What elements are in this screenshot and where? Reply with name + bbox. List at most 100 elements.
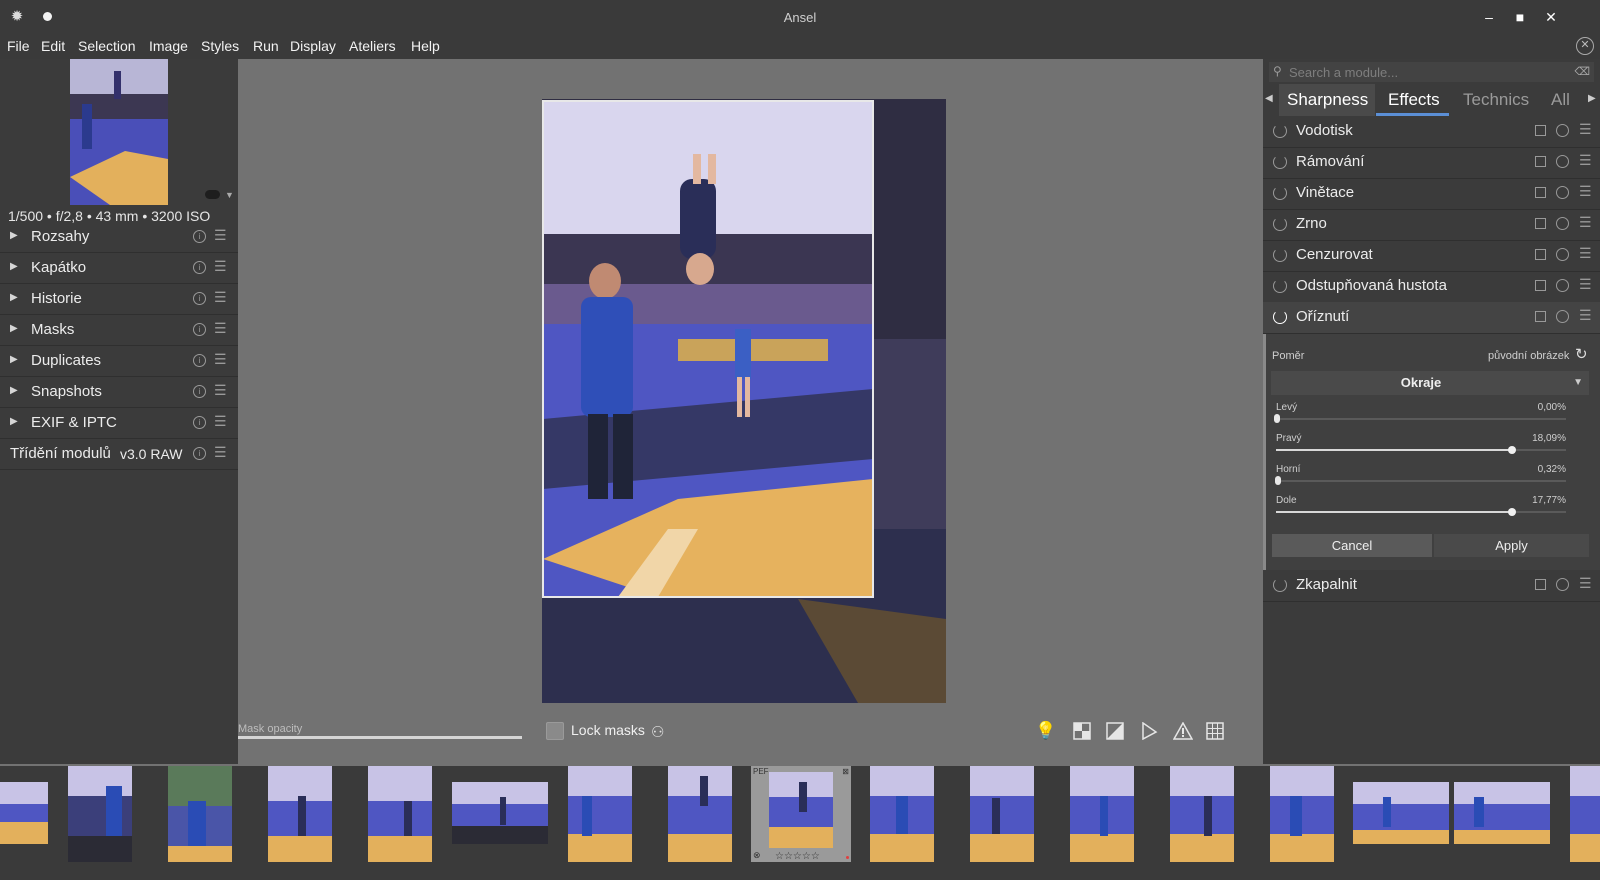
filmstrip-thumbnail[interactable] [68,766,132,862]
filmstrip-thumbnail[interactable] [568,766,632,862]
menu-icon[interactable]: ☰ [1579,276,1592,293]
menu-icon[interactable]: ☰ [1579,307,1592,324]
slider-levy[interactable]: Levý 0,00% [1274,402,1566,432]
image-canvas[interactable] [238,59,1263,730]
presets-icon[interactable] [1535,218,1546,229]
menu-icon[interactable]: ☰ [214,320,227,337]
slider-track[interactable] [1276,480,1566,482]
mask-opacity-slider[interactable] [238,736,522,739]
menu-help[interactable]: Help [411,38,440,54]
section-kapatko[interactable]: ▶ Kapátko i ☰ [0,252,238,284]
reset-icon[interactable] [1556,310,1569,323]
chevron-down-icon[interactable]: ▼ [225,190,234,200]
module-sort-row[interactable]: Třídění modulů v3.0 RAW i ☰ [0,438,238,470]
menu-icon[interactable]: ☰ [214,382,227,399]
filmstrip-thumbnail[interactable] [668,766,732,862]
presets-icon[interactable] [1535,311,1546,322]
reset-icon[interactable] [1556,279,1569,292]
menu-icon[interactable]: ☰ [1579,121,1592,138]
cancel-button[interactable]: Cancel [1272,534,1432,557]
maximize-button[interactable]: ■ [1508,6,1532,28]
minimize-button[interactable]: – [1477,6,1501,28]
module-sort-value[interactable]: v3.0 RAW [120,446,183,462]
slider-handle[interactable] [1274,414,1280,423]
power-icon[interactable] [1273,217,1287,231]
module-odstupnovana-hustota[interactable]: Odstupňovaná hustota ☰ [1263,271,1600,303]
reset-icon[interactable] [1556,124,1569,137]
slider-handle[interactable] [1508,446,1516,454]
filmstrip-thumbnail[interactable] [1270,766,1334,862]
menu-icon[interactable]: ☰ [214,413,227,430]
grid-icon[interactable] [1206,722,1226,742]
presets-icon[interactable] [1535,579,1546,590]
menu-display[interactable]: Display [290,38,336,54]
close-view-icon[interactable]: ✕ [1576,37,1594,55]
lock-masks-checkbox[interactable] [546,722,564,740]
filmstrip-thumbnail[interactable] [870,766,934,862]
ratio-value[interactable]: původní obrázek [1488,350,1569,362]
menu-selection[interactable]: Selection [78,38,136,54]
filmstrip-thumbnail[interactable] [970,766,1034,862]
clear-search-icon[interactable]: ⌫ [1574,65,1590,78]
slider-dole[interactable]: Dole 17,77% [1276,495,1566,525]
group-icon[interactable]: ⊠ [842,767,849,776]
slider-track[interactable] [1276,418,1566,420]
tab-all[interactable]: All [1551,90,1570,110]
softproof-icon[interactable] [1073,722,1093,742]
filmstrip-thumbnail[interactable] [452,782,548,844]
filmstrip-thumbnail[interactable] [1070,766,1134,862]
reset-icon[interactable] [1556,186,1569,199]
reset-icon[interactable]: i [193,323,206,336]
reset-icon[interactable]: i [193,416,206,429]
filmstrip-thumbnail[interactable] [1170,766,1234,862]
filmstrip-thumbnail[interactable] [268,766,332,862]
slider-horni[interactable]: Horní 0,32% [1275,464,1566,494]
tab-effects[interactable]: Effects [1388,90,1440,110]
slider-handle[interactable] [1275,476,1281,485]
menu-edit[interactable]: Edit [41,38,65,54]
power-icon[interactable] [1273,248,1287,262]
slider-handle[interactable] [1508,508,1516,516]
menu-icon[interactable]: ☰ [214,289,227,306]
overexposed-warning-icon[interactable] [1172,721,1194,742]
module-oriznuti[interactable]: Oříznutí ☰ [1263,302,1600,334]
close-button[interactable]: ✕ [1539,6,1563,28]
reset-icon[interactable]: i [193,292,206,305]
reset-icon[interactable]: i [193,385,206,398]
section-exif-iptc[interactable]: ▶ EXIF & IPTC i ☰ [0,407,238,439]
gamut-check-icon[interactable] [1106,722,1126,742]
slider-pravy[interactable]: Pravý 18,09% [1276,433,1566,463]
menu-icon[interactable]: ☰ [1579,183,1592,200]
module-ramovani[interactable]: Rámování ☰ [1263,147,1600,179]
section-snapshots[interactable]: ▶ Snapshots i ☰ [0,376,238,408]
menu-icon[interactable]: ☰ [214,258,227,275]
power-icon[interactable] [1273,186,1287,200]
reset-icon[interactable] [1556,155,1569,168]
section-historie[interactable]: ▶ Historie i ☰ [0,283,238,315]
collapse-triangle-icon[interactable]: ▼ [1573,377,1583,388]
filmstrip-thumbnail[interactable] [368,766,432,862]
menu-image[interactable]: Image [149,38,188,54]
menu-icon[interactable]: ☰ [1579,214,1592,231]
menu-icon[interactable]: ☰ [1579,575,1592,592]
reset-icon[interactable] [1556,578,1569,591]
menu-icon[interactable]: ☰ [1579,152,1592,169]
apply-button[interactable]: Apply [1434,534,1589,557]
main-photo[interactable] [238,59,1263,730]
reset-icon[interactable] [1556,248,1569,261]
module-vinetace[interactable]: Vinětace ☰ [1263,178,1600,210]
reset-icon[interactable]: i [193,230,206,243]
reset-icon[interactable] [1556,217,1569,230]
power-icon[interactable] [1273,578,1287,592]
power-icon[interactable] [1273,124,1287,138]
reject-icon[interactable]: ⊗ [753,850,761,861]
section-masks[interactable]: ▶ Masks i ☰ [0,314,238,346]
presets-icon[interactable] [1535,125,1546,136]
menu-icon[interactable]: ☰ [1579,245,1592,262]
module-zrno[interactable]: Zrno ☰ [1263,209,1600,241]
module-vodotisk[interactable]: Vodotisk ☰ [1263,116,1600,148]
menu-icon[interactable]: ☰ [214,351,227,368]
module-cenzurovat[interactable]: Cenzurovat ☰ [1263,240,1600,272]
module-zkapalnit[interactable]: Zkapalnit ☰ [1263,570,1600,602]
reset-icon[interactable]: i [193,261,206,274]
